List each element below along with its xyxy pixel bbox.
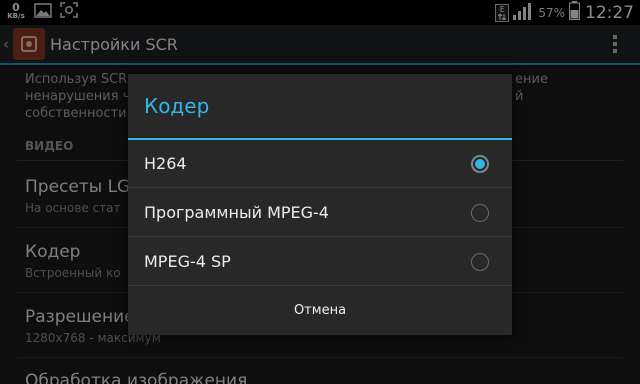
radio-unselected-icon[interactable] (471, 253, 489, 271)
option-mpeg4-sp[interactable]: MPEG-4 SP (128, 238, 512, 286)
radio-selected-icon[interactable] (471, 155, 489, 173)
encoder-dialog: Кодер H264 Программный MPEG-4 MPEG-4 SP … (128, 74, 512, 335)
dialog-title: Кодер (144, 94, 210, 118)
option-software-mpeg4[interactable]: Программный MPEG-4 (128, 189, 512, 237)
option-label: H264 (144, 154, 187, 173)
cancel-button[interactable]: Отмена (128, 287, 512, 335)
option-h264[interactable]: H264 (128, 140, 512, 188)
option-label: Программный MPEG-4 (144, 203, 329, 222)
option-label: MPEG-4 SP (144, 252, 231, 271)
radio-unselected-icon[interactable] (471, 204, 489, 222)
